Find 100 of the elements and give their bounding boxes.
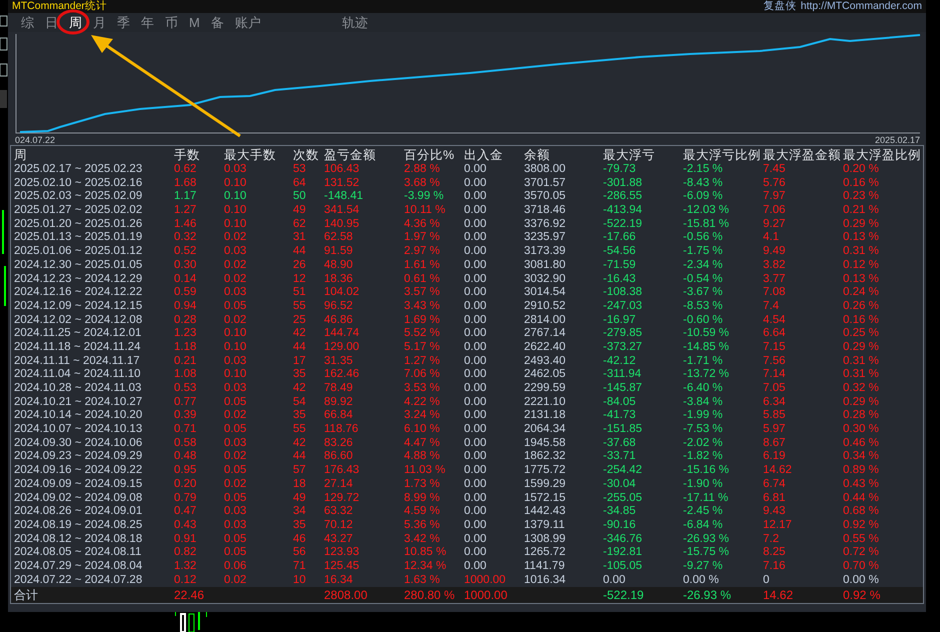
table-cell-text: 1862.32 bbox=[523, 450, 567, 464]
table-cell-text: -522.19 bbox=[602, 218, 644, 232]
table-cell-text: 2024.12.30 ~ 2025.01.05 bbox=[13, 258, 144, 273]
table-cell-text: 6.81 bbox=[762, 492, 786, 506]
table-cell-text: -346.76 bbox=[602, 532, 644, 546]
table-cell-text: 118.76 bbox=[323, 423, 360, 437]
table-cell-text: 2024.11.18 ~ 2024.11.24 bbox=[13, 340, 142, 355]
stats-tab[interactable]: 币 bbox=[162, 14, 181, 31]
table-cell-text: 48.90 bbox=[323, 258, 354, 273]
table-cell-text: 4.88 % bbox=[403, 450, 441, 464]
stats-tab[interactable]: 季 bbox=[114, 14, 133, 31]
table-cell-text: -2.15 % bbox=[682, 163, 724, 177]
stats-tab[interactable]: 日 bbox=[42, 14, 61, 31]
table-cell-text: 0.00 % bbox=[682, 574, 720, 588]
table-cell-text: -34.85 bbox=[602, 505, 637, 519]
table-cell-text: 0.79 bbox=[173, 492, 198, 506]
table-cell-text: 1.27 bbox=[173, 204, 198, 218]
table-cell-text: 2025.01.20 ~ 2025.01.26 bbox=[13, 218, 144, 232]
table-cell-text: 44 bbox=[292, 245, 307, 259]
stats-tab[interactable]: 周 bbox=[66, 14, 85, 31]
table-cell-text: 0.03 bbox=[223, 518, 248, 533]
table-cell-text: 10 bbox=[292, 574, 307, 588]
table-cell-text: 50 bbox=[292, 190, 307, 204]
table-cell-text: -6.84 % bbox=[682, 518, 724, 533]
table-cell-text: 2221.10 bbox=[523, 396, 567, 410]
table-cell-text: -105.05 bbox=[602, 560, 644, 574]
table-cell-text: 83.26 bbox=[323, 436, 354, 450]
table-cell-text: -0.54 % bbox=[682, 272, 724, 286]
stats-tab[interactable]: 备 bbox=[208, 14, 227, 31]
table-cell-text: -7.53 % bbox=[682, 423, 724, 437]
table-cell-text: 2025.02.10 ~ 2025.02.16 bbox=[13, 176, 144, 190]
table-cell-text: 0.59 bbox=[173, 286, 198, 300]
table-cell-text: 3.68 % bbox=[403, 176, 441, 190]
table-cell-text: 123.93 bbox=[323, 546, 360, 560]
table-cell-text: 0.00 bbox=[463, 436, 488, 450]
stats-tab[interactable]: 轨迹 bbox=[338, 14, 371, 31]
table-cell-text: 1.63 % bbox=[403, 574, 441, 588]
table-cell-text: 0.05 bbox=[223, 423, 248, 437]
table-cell-text: 0.00 bbox=[463, 478, 488, 492]
table-cell-text: -1.75 % bbox=[682, 245, 724, 259]
stats-tab[interactable]: 月 bbox=[90, 14, 109, 31]
table-cell-text: 0.00 bbox=[463, 327, 488, 341]
site-link[interactable]: http://MTCommander.com bbox=[800, 1, 922, 12]
table-cell-text: 2622.40 bbox=[523, 340, 567, 355]
table-cell-text: 9.27 bbox=[762, 218, 786, 232]
table-cell-text: -151.85 bbox=[602, 423, 644, 437]
table-cell-text: 1.68 bbox=[173, 176, 198, 190]
table-cell-text: 125.45 bbox=[323, 560, 360, 574]
table-cell-text: 26 bbox=[292, 258, 307, 273]
table-cell-text: 46.86 bbox=[323, 314, 354, 328]
table-cell-text: 2024.09.30 ~ 2024.10.06 bbox=[13, 436, 144, 450]
table-cell-text: 5.76 bbox=[762, 176, 786, 190]
table-cell-text: 2024.12.16 ~ 2024.12.22 bbox=[13, 286, 144, 300]
table-cell-text: 2025.01.06 ~ 2025.01.12 bbox=[13, 245, 144, 259]
table-cell-text: 0.25 % bbox=[842, 327, 880, 341]
table-cell-text: 0.00 bbox=[463, 245, 488, 259]
stats-tab[interactable]: 账户 bbox=[232, 14, 264, 31]
table-cell-text: 63.32 bbox=[323, 505, 354, 519]
table-cell-text: -14.85 % bbox=[682, 340, 730, 355]
table-cell-text: -9.27 % bbox=[682, 560, 724, 574]
table-cell-text: 16.34 bbox=[323, 574, 354, 588]
table-cell-text: 9.43 bbox=[762, 505, 786, 519]
stats-tab[interactable]: M bbox=[186, 14, 203, 31]
table-cell-text: 0.00 bbox=[463, 340, 488, 355]
table-cell-text: 4.1 bbox=[762, 231, 780, 246]
table-cell-text: 4.36 % bbox=[403, 218, 441, 232]
stats-tab[interactable]: 年 bbox=[138, 14, 157, 31]
table-cell-text: -41.73 bbox=[602, 409, 637, 424]
table-cell-text: -1.99 % bbox=[682, 409, 724, 424]
table-cell-text: -286.55 bbox=[602, 190, 644, 204]
table-cell-text: 3.43 % bbox=[403, 300, 441, 314]
table-cell-text: -3.67 % bbox=[682, 286, 724, 300]
column-header: 手数 bbox=[173, 148, 201, 163]
table-cell-text: 129.72 bbox=[323, 492, 360, 506]
table-cell-text: 2025.01.27 ~ 2025.02.02 bbox=[13, 204, 144, 218]
table-cell-text: 131.52 bbox=[323, 176, 360, 190]
table-cell-text: 55 bbox=[292, 300, 307, 314]
table-cell-text: 1.23 bbox=[173, 327, 198, 341]
table-cell-text: 0.30 % bbox=[842, 423, 880, 437]
table-cell-text: 78.49 bbox=[323, 382, 354, 396]
table-cell-text: -54.56 bbox=[602, 245, 637, 259]
table-cell-text: 176.43 bbox=[323, 464, 360, 478]
total-label: 合计 bbox=[13, 587, 39, 604]
table-cell-text: 12.17 bbox=[762, 518, 793, 533]
table-cell-text: 35 bbox=[292, 368, 307, 382]
table-cell-text: 7.2 bbox=[762, 532, 780, 546]
table-cell-text: 0.00 bbox=[463, 190, 488, 204]
table-cell-text: 0.24 % bbox=[842, 286, 880, 300]
table-cell-text: 2024.08.12 ~ 2024.08.18 bbox=[13, 532, 144, 546]
column-header: 盈亏金额 bbox=[323, 148, 377, 163]
table-cell-text: 0.68 % bbox=[842, 505, 880, 519]
table-cell-text: 2767.14 bbox=[523, 327, 567, 341]
column-header: 百分比% bbox=[403, 148, 456, 163]
column-header: 最大浮亏 bbox=[602, 148, 656, 163]
table-cell-text: -1.90 % bbox=[682, 478, 724, 492]
stats-tab[interactable]: 综 bbox=[18, 14, 37, 31]
table-cell-text: 7.97 bbox=[762, 190, 786, 204]
table-cell-text: -8.43 % bbox=[682, 176, 724, 190]
table-cell-text: 0.10 bbox=[223, 176, 248, 190]
table-cell-text: 7.15 bbox=[762, 340, 786, 355]
